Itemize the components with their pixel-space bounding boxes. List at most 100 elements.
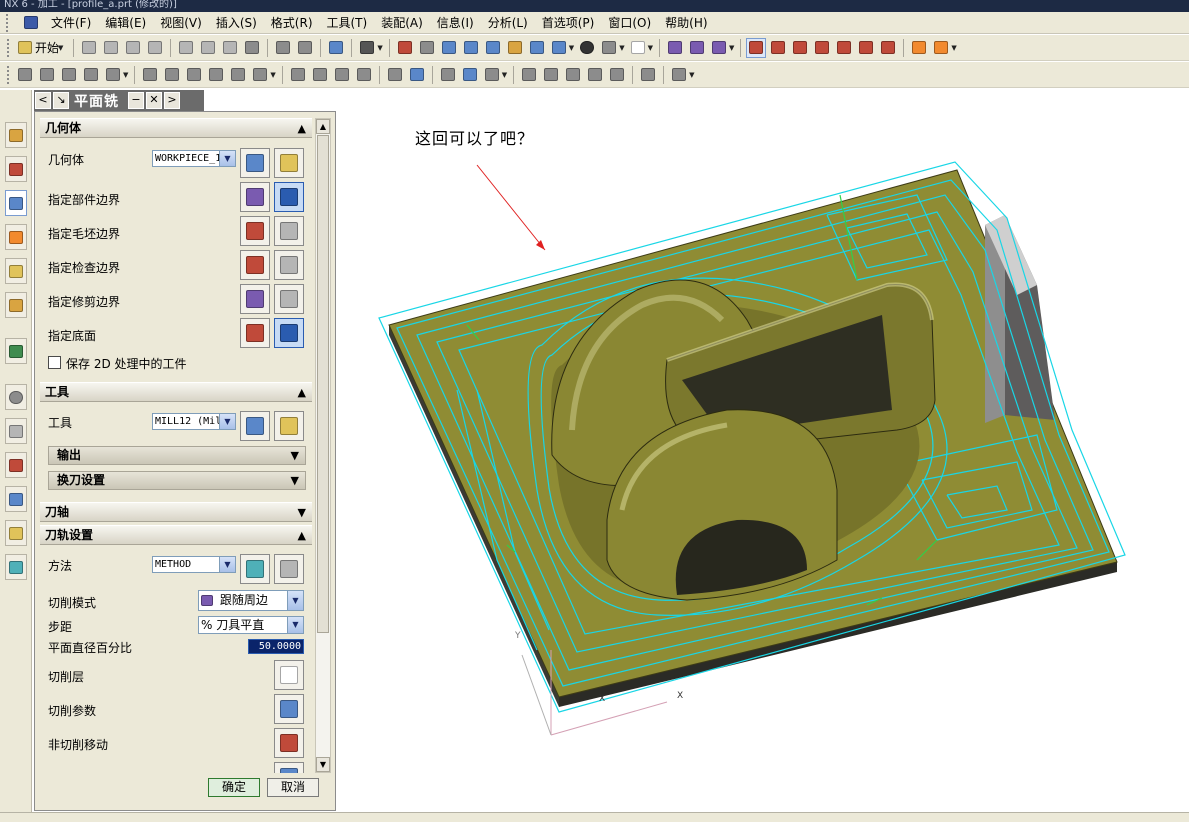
delete-operation-button[interactable] <box>669 65 689 85</box>
chevron-down-icon[interactable]: ▼ <box>123 71 128 79</box>
paste-button[interactable] <box>220 38 240 58</box>
generate-path-button[interactable] <box>140 65 160 85</box>
roles-tab[interactable] <box>5 520 27 546</box>
replay-path-button[interactable] <box>162 65 182 85</box>
non-cut-moves-button[interactable] <box>274 728 304 758</box>
hd3d-tools-tab[interactable] <box>5 292 27 318</box>
zoom-in-out-button[interactable] <box>461 38 481 58</box>
menu-format[interactable]: 格式(R) <box>264 13 320 33</box>
web-browser-tab[interactable] <box>5 338 27 364</box>
palette-tab[interactable] <box>5 452 27 478</box>
dialog-scrollbar[interactable]: ▲ ▼ <box>315 118 331 773</box>
menubar-grip[interactable] <box>6 13 20 32</box>
graphics-window[interactable]: 这回可以了吧？ Y X X <box>337 90 1189 812</box>
collision-check-button[interactable] <box>585 65 605 85</box>
edit-geometry-button[interactable] <box>274 148 304 178</box>
scroll-thumb[interactable] <box>317 135 329 633</box>
cancel-button[interactable]: 取消 <box>267 778 319 797</box>
section-geometry[interactable]: 几何体 ▲ <box>40 118 312 138</box>
scroll-up-arrow-icon[interactable]: ▲ <box>316 119 330 134</box>
chevron-down-icon[interactable]: ▼ <box>377 44 382 52</box>
display-object-button[interactable] <box>407 65 427 85</box>
cut-levels-button[interactable] <box>274 660 304 690</box>
tool-select[interactable]: MILL12 (Mill) ▼ <box>152 413 236 430</box>
percent-diameter-input[interactable]: 50.0000 <box>248 639 304 654</box>
display-check-boundary-button[interactable] <box>274 250 304 280</box>
wcs-origin-button[interactable] <box>687 38 707 58</box>
paste-object-button[interactable] <box>354 65 374 85</box>
select-check-boundary-button[interactable] <box>240 250 270 280</box>
history-tab[interactable] <box>5 384 27 410</box>
snap-midpoint-button[interactable] <box>790 38 810 58</box>
chevron-down-icon[interactable]: ▼ <box>648 44 653 52</box>
fit-view-button[interactable] <box>395 38 415 58</box>
wcs-orient-button[interactable] <box>665 38 685 58</box>
new-method-button[interactable] <box>240 554 270 584</box>
lock-path-button[interactable] <box>607 65 627 85</box>
chevron-down-icon[interactable]: ▼ <box>619 44 624 52</box>
snap-point-button[interactable] <box>856 38 876 58</box>
snap-quadrant-button[interactable] <box>878 38 898 58</box>
perspective-button[interactable] <box>527 38 547 58</box>
menu-view[interactable]: 视图(V) <box>153 13 209 33</box>
transform-button[interactable] <box>385 65 405 85</box>
save-2d-ipw-checkbox[interactable] <box>48 356 61 369</box>
verify-path-button[interactable] <box>206 65 226 85</box>
list-path-button[interactable] <box>184 65 204 85</box>
zoom-window-button[interactable] <box>417 38 437 58</box>
menu-edit[interactable]: 编辑(E) <box>98 13 153 33</box>
new-geometry-button[interactable] <box>240 148 270 178</box>
chevron-down-icon[interactable]: ▼ <box>502 71 507 79</box>
edit-object-button[interactable] <box>288 65 308 85</box>
cut-pattern-select[interactable]: 跟随周边 ▼ <box>198 590 304 611</box>
subsection-output[interactable]: 输出 ▼ <box>48 446 306 465</box>
select-blank-boundary-button[interactable] <box>240 216 270 246</box>
display-options-button[interactable] <box>357 38 377 58</box>
select-button[interactable] <box>746 37 767 58</box>
stepover-select[interactable]: % 刀具平直 ▼ <box>198 616 304 634</box>
menu-file[interactable]: 文件(F) <box>44 13 98 33</box>
snap-center-button[interactable] <box>812 38 832 58</box>
ok-button[interactable]: 确定 <box>208 778 260 797</box>
wcs-dynamic-button[interactable] <box>709 38 729 58</box>
operation-navigator-tab[interactable] <box>5 190 27 216</box>
menu-assemblies[interactable]: 装配(A) <box>374 13 430 33</box>
reuse-library-tab[interactable] <box>5 258 27 284</box>
edit-tool-button[interactable] <box>274 411 304 441</box>
save-button[interactable] <box>123 38 143 58</box>
snap-endpoint-button[interactable] <box>768 38 788 58</box>
create-program-button[interactable] <box>15 65 35 85</box>
constraint-navigator-tab[interactable] <box>5 156 27 182</box>
gouge-check-button[interactable] <box>563 65 583 85</box>
select-floor-button[interactable] <box>240 318 270 348</box>
render-style-button[interactable] <box>577 38 597 58</box>
toolbar-grip[interactable] <box>7 65 11 84</box>
cut-params-button[interactable] <box>274 694 304 724</box>
chevron-down-icon[interactable]: ▼ <box>270 71 275 79</box>
menu-insert[interactable]: 插入(S) <box>209 13 264 33</box>
cut-button[interactable] <box>176 38 196 58</box>
menu-help[interactable]: 帮助(H) <box>658 13 714 33</box>
edit-method-button[interactable] <box>274 554 304 584</box>
create-operation-button[interactable] <box>103 65 123 85</box>
display-blank-boundary-button[interactable] <box>274 216 304 246</box>
process-studio-tab[interactable] <box>5 486 27 512</box>
section-path-settings[interactable]: 刀轨设置 ▲ <box>40 525 312 545</box>
pan-button[interactable] <box>505 38 525 58</box>
info-button[interactable] <box>460 65 480 85</box>
close-button[interactable]: ✕ <box>146 92 162 109</box>
repeat-command-button[interactable] <box>326 38 346 58</box>
cut-object-button[interactable] <box>310 65 330 85</box>
holder-button[interactable] <box>638 65 658 85</box>
subsection-tool-change[interactable]: 换刀设置 ▼ <box>48 471 306 490</box>
shop-doc-button[interactable] <box>519 65 539 85</box>
create-tool-button[interactable] <box>37 65 57 85</box>
select-trim-boundary-button[interactable] <box>240 284 270 314</box>
menu-tools[interactable]: 工具(T) <box>320 13 375 33</box>
feeds-speeds-button[interactable] <box>274 762 304 773</box>
background-button[interactable] <box>628 38 648 58</box>
measure-distance-button[interactable] <box>909 38 929 58</box>
measure-angle-button[interactable] <box>931 38 951 58</box>
display-trim-boundary-button[interactable] <box>274 284 304 314</box>
lights-button[interactable] <box>599 38 619 58</box>
